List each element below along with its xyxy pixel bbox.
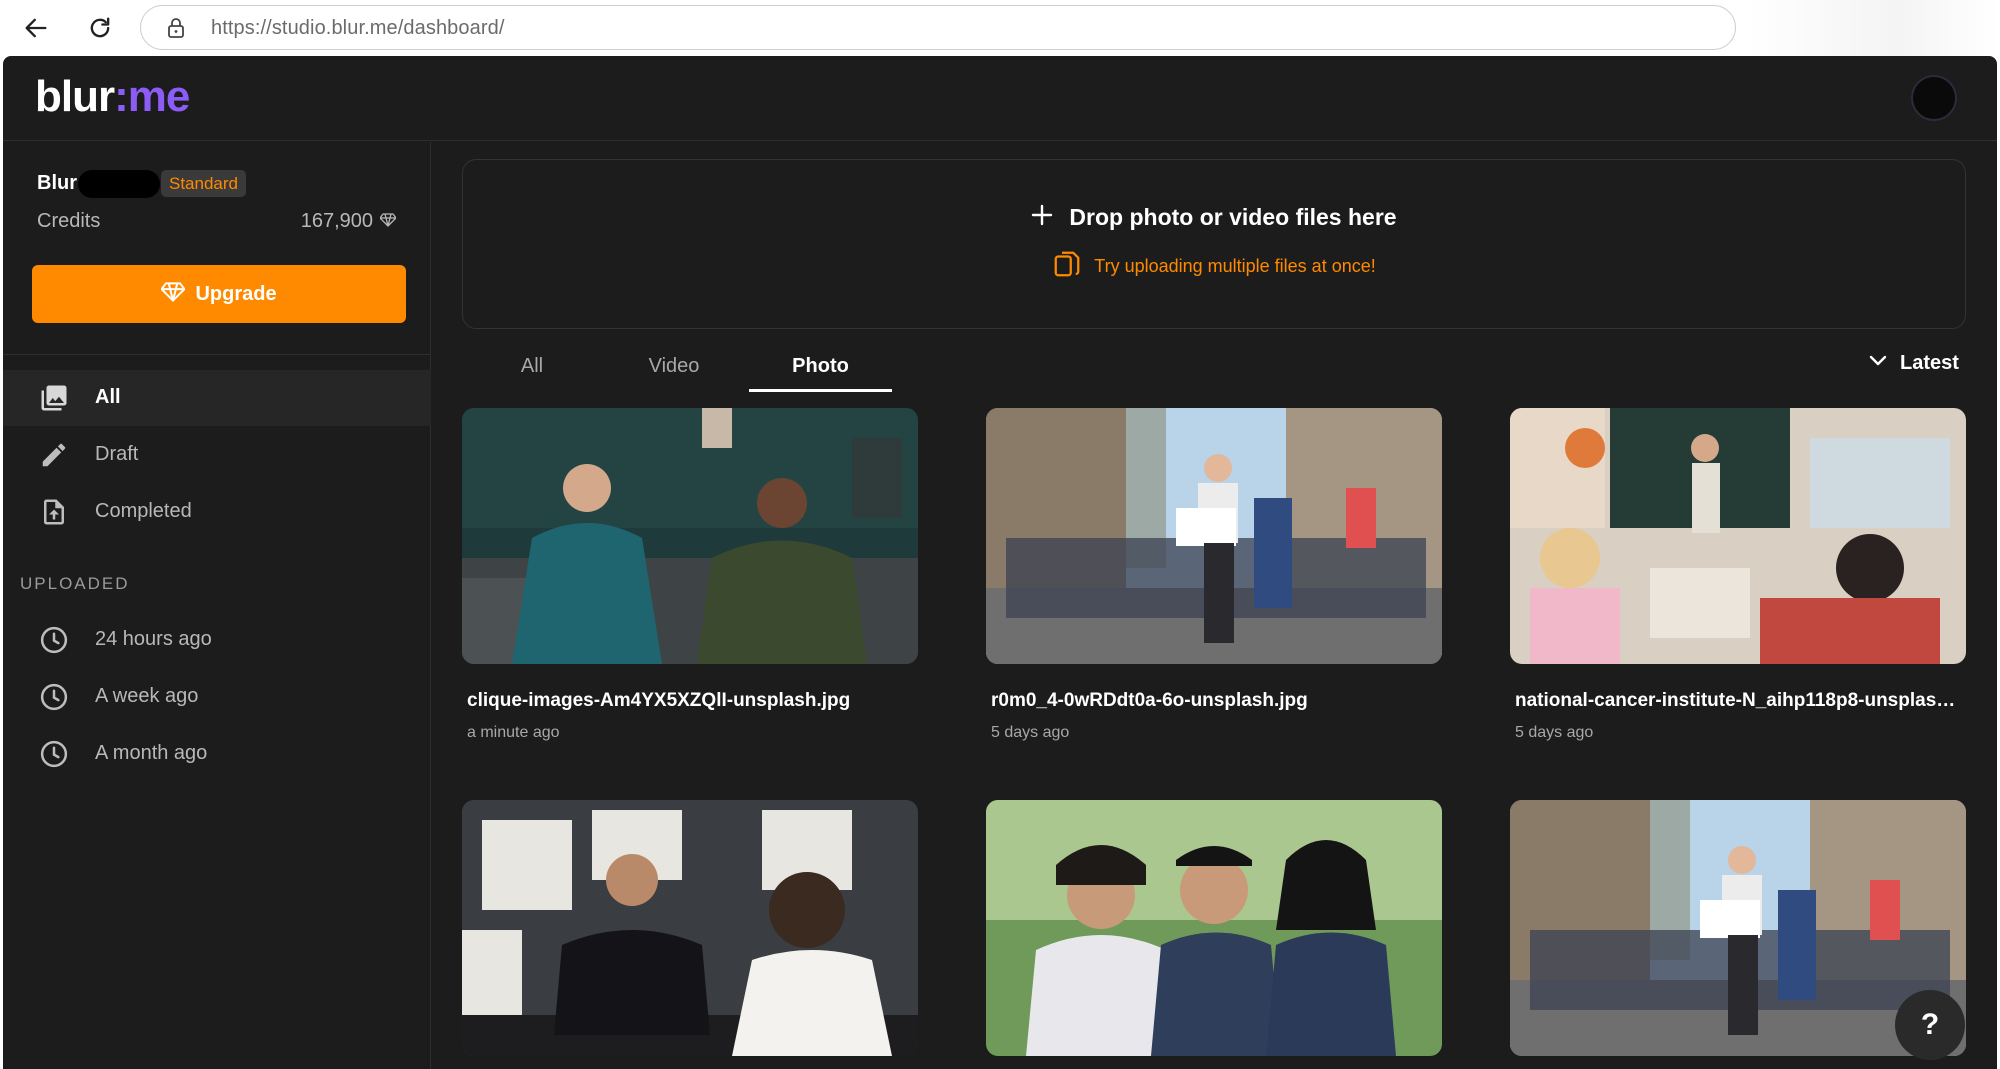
diamond-icon — [161, 281, 186, 307]
file-thumbnail[interactable] — [1510, 408, 1966, 664]
file-card[interactable] — [986, 800, 1442, 1056]
redacted-name — [78, 170, 160, 198]
sidebar-item-all[interactable]: All — [3, 370, 431, 426]
sidebar-item-draft[interactable]: Draft — [3, 427, 431, 483]
sidebar-item-label: Draft — [95, 443, 139, 465]
file-upload-icon — [39, 497, 69, 527]
file-name[interactable]: r0m0_4-0wRDdt0a-6o-unsplash.jpg — [991, 690, 1441, 712]
url-host: https://studio.blur.me — [211, 17, 398, 39]
tab-video[interactable]: Video — [602, 350, 746, 392]
browser-toolbar: https://studio.blur.me/dashboard/ — [0, 0, 2000, 56]
uploaded-section-title: UPLOADED — [20, 574, 130, 593]
logo-tld: me — [127, 72, 191, 121]
file-name[interactable]: national-cancer-institute-N_aihp118p8-un… — [1515, 690, 1965, 712]
file-thumbnail[interactable] — [462, 800, 918, 1056]
sidebar: Blur Standard Credits 167,900 Upgrade Al… — [3, 142, 431, 1069]
clock-icon — [39, 739, 69, 769]
diamond-icon — [379, 213, 397, 232]
pencil-icon — [39, 440, 69, 470]
clock-icon — [39, 682, 69, 712]
file-card[interactable] — [462, 800, 918, 1056]
sidebar-item-label: Completed — [95, 500, 192, 522]
dropzone-title-row: Drop photo or video files here — [463, 204, 1965, 231]
reload-icon — [90, 17, 110, 38]
avatar[interactable] — [1911, 75, 1957, 121]
file-time: a minute ago — [467, 724, 560, 741]
file-card[interactable]: clique-images-Am4YX5XZQlI-unsplash.jpg a… — [462, 408, 918, 741]
user-name: Blur — [37, 172, 77, 194]
logo[interactable]: blur:me — [35, 72, 191, 122]
url-path: /dashboard/ — [397, 17, 505, 39]
credits-label: Credits — [37, 210, 101, 232]
sidebar-item-completed[interactable]: Completed — [3, 484, 431, 540]
clock-icon — [39, 625, 69, 655]
file-name[interactable]: clique-images-Am4YX5XZQlI-unsplash.jpg — [467, 690, 917, 712]
sidebar-item-month[interactable]: A month ago — [3, 726, 431, 782]
file-time: 5 days ago — [1515, 724, 1594, 741]
upgrade-button[interactable]: Upgrade — [32, 265, 406, 323]
tab-photo[interactable]: Photo — [749, 350, 892, 392]
dropzone-title: Drop photo or video files here — [1069, 204, 1397, 230]
sidebar-item-label: All — [95, 386, 121, 408]
plan-badge: Standard — [161, 170, 246, 197]
lock-icon — [166, 17, 186, 44]
credits-value: 167,900 — [300, 210, 373, 232]
sidebar-item-label: A week ago — [95, 685, 199, 707]
back-button[interactable] — [16, 8, 56, 48]
sort-label: Latest — [1900, 352, 1959, 374]
file-time: 5 days ago — [991, 724, 1070, 741]
file-thumbnail[interactable] — [462, 408, 918, 664]
arrow-left-icon — [25, 18, 47, 38]
dropzone-hint: Try uploading multiple files at once! — [1094, 256, 1376, 276]
sort-dropdown[interactable]: Latest — [1868, 352, 1959, 375]
sidebar-item-week[interactable]: A week ago — [3, 669, 431, 725]
sidebar-item-label: A month ago — [95, 742, 208, 764]
logo-main: blur — [35, 72, 115, 121]
upload-dropzone[interactable]: Drop photo or video files here Try uploa… — [462, 159, 1966, 329]
dropzone-hint-row: Try uploading multiple files at once! — [463, 249, 1965, 284]
media-type-tabs: All Video Photo — [462, 350, 1966, 392]
upgrade-label: Upgrade — [195, 282, 277, 305]
copy-files-icon — [1052, 249, 1082, 284]
help-button[interactable]: ? — [1895, 990, 1965, 1060]
chevron-down-icon — [1868, 354, 1888, 373]
file-thumbnail[interactable] — [986, 800, 1442, 1056]
app-header: blur:me — [3, 56, 1997, 141]
photo-library-icon — [39, 383, 69, 413]
sidebar-item-24-hours[interactable]: 24 hours ago — [3, 612, 431, 668]
app-window: blur:me Blur Standard Credits 167,900 Up… — [3, 56, 1997, 1069]
sidebar-item-label: 24 hours ago — [95, 628, 212, 650]
file-thumbnail[interactable] — [986, 408, 1442, 664]
address-bar[interactable]: https://studio.blur.me/dashboard/ — [140, 5, 1736, 50]
reload-button[interactable] — [80, 8, 120, 48]
file-card[interactable]: national-cancer-institute-N_aihp118p8-un… — [1510, 408, 1966, 741]
plus-icon — [1031, 204, 1053, 231]
sidebar-divider — [3, 354, 431, 355]
logo-dot: : — [114, 72, 129, 121]
tab-all[interactable]: All — [462, 350, 602, 392]
file-card[interactable]: r0m0_4-0wRDdt0a-6o-unsplash.jpg 5 days a… — [986, 408, 1442, 741]
url-text: https://studio.blur.me/dashboard/ — [211, 17, 505, 40]
browser-extensions-area — [1745, 0, 2000, 56]
